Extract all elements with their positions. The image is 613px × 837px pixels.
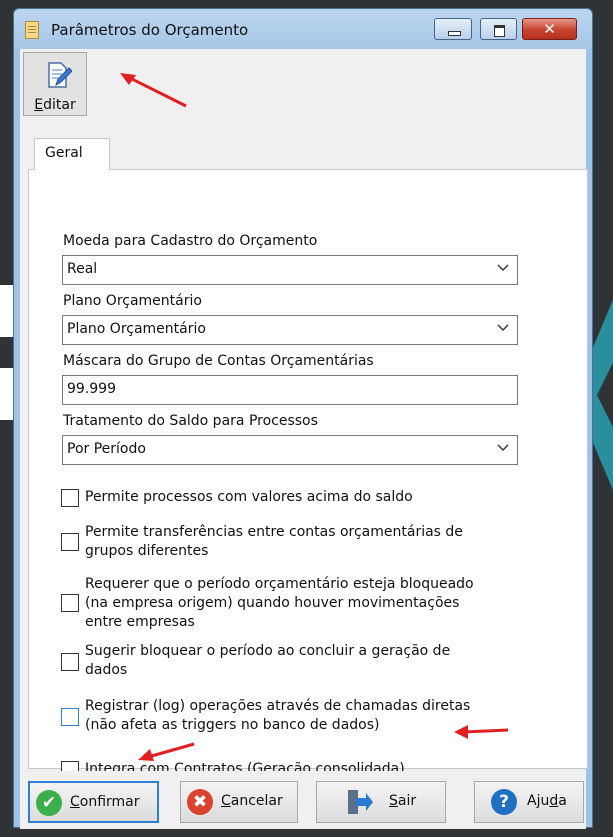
checkmark-icon: ✔ — [36, 790, 62, 816]
checkbox-label: Sugerir bloquear o período ao concluir a… — [85, 643, 451, 678]
mascara-label: Máscara do Grupo de Contas Orçamentárias — [63, 353, 374, 369]
app-document-icon — [25, 21, 39, 39]
minimize-button[interactable] — [434, 18, 472, 40]
tab-geral[interactable]: Geral — [34, 138, 110, 170]
title-bar[interactable]: Parâmetros do Orçamento ✕ — [14, 9, 592, 49]
edit-button[interactable]: Editar — [23, 52, 87, 116]
moeda-select[interactable]: Real — [62, 255, 518, 285]
exit-door-icon — [348, 790, 373, 814]
chevron-down-icon — [497, 264, 509, 271]
close-icon: ✕ — [543, 20, 556, 38]
annotation-arrow-integra — [454, 725, 509, 739]
checkbox-label: Permite processos com valores acima do s… — [85, 489, 413, 505]
dialog-window: Parâmetros do Orçamento ✕ Editar Geral M… — [13, 8, 593, 829]
moeda-value: Real — [67, 261, 98, 277]
chevron-down-icon — [497, 324, 509, 331]
close-button[interactable]: ✕ — [522, 18, 577, 40]
checkbox-label: Requerer que o período orçamentário este… — [85, 576, 474, 630]
background-block-upper — [0, 285, 14, 337]
checkbox-label: Permite transferências entre contas orça… — [85, 524, 463, 559]
plano-select[interactable]: Plano Orçamentário — [62, 315, 518, 345]
cancel-button[interactable]: ✖ Cancelar — [180, 781, 298, 823]
tab-panel-geral: Moeda para Cadastro do Orçamento Real Pl… — [28, 169, 588, 779]
checkbox[interactable] — [61, 594, 79, 612]
cancel-x-icon: ✖ — [187, 789, 213, 815]
checkbox[interactable] — [61, 708, 79, 726]
help-question-icon: ? — [491, 789, 517, 815]
tratamento-select[interactable]: Por Período — [62, 435, 518, 465]
plano-value: Plano Orçamentário — [67, 321, 206, 337]
annotation-arrow-confirm — [138, 742, 195, 761]
button-bar: ✔ Confirmar ✖ Cancelar Sair ? Ajuda — [20, 771, 586, 829]
chevron-down-icon — [497, 444, 509, 451]
plano-label: Plano Orçamentário — [63, 293, 202, 309]
mascara-value: 99.999 — [67, 381, 116, 397]
confirm-button-label: Confirmar — [70, 794, 140, 810]
mascara-input[interactable]: 99.999 — [62, 375, 518, 405]
window-title: Parâmetros do Orçamento — [51, 21, 249, 39]
checkbox[interactable] — [61, 489, 79, 507]
tratamento-label: Tratamento do Saldo para Processos — [63, 413, 318, 429]
edit-document-icon — [48, 62, 72, 88]
cancel-button-label: Cancelar — [221, 793, 283, 809]
help-button-label: Ajuda — [527, 793, 567, 809]
checkbox[interactable] — [61, 653, 79, 671]
exit-button-label: Sair — [389, 793, 417, 809]
dialog-client: Editar Geral Moeda para Cadastro do Orça… — [20, 49, 588, 829]
moeda-label: Moeda para Cadastro do Orçamento — [63, 233, 318, 249]
checkbox[interactable] — [61, 533, 79, 551]
background-block-lower — [0, 368, 14, 420]
help-button[interactable]: ? Ajuda — [474, 781, 584, 823]
edit-button-label: Editar — [34, 97, 76, 113]
confirm-button[interactable]: ✔ Confirmar — [28, 781, 159, 823]
exit-button[interactable]: Sair — [316, 781, 446, 823]
annotation-arrow-edit — [120, 73, 187, 108]
tratamento-value: Por Período — [67, 441, 146, 457]
maximize-button[interactable] — [480, 18, 517, 40]
